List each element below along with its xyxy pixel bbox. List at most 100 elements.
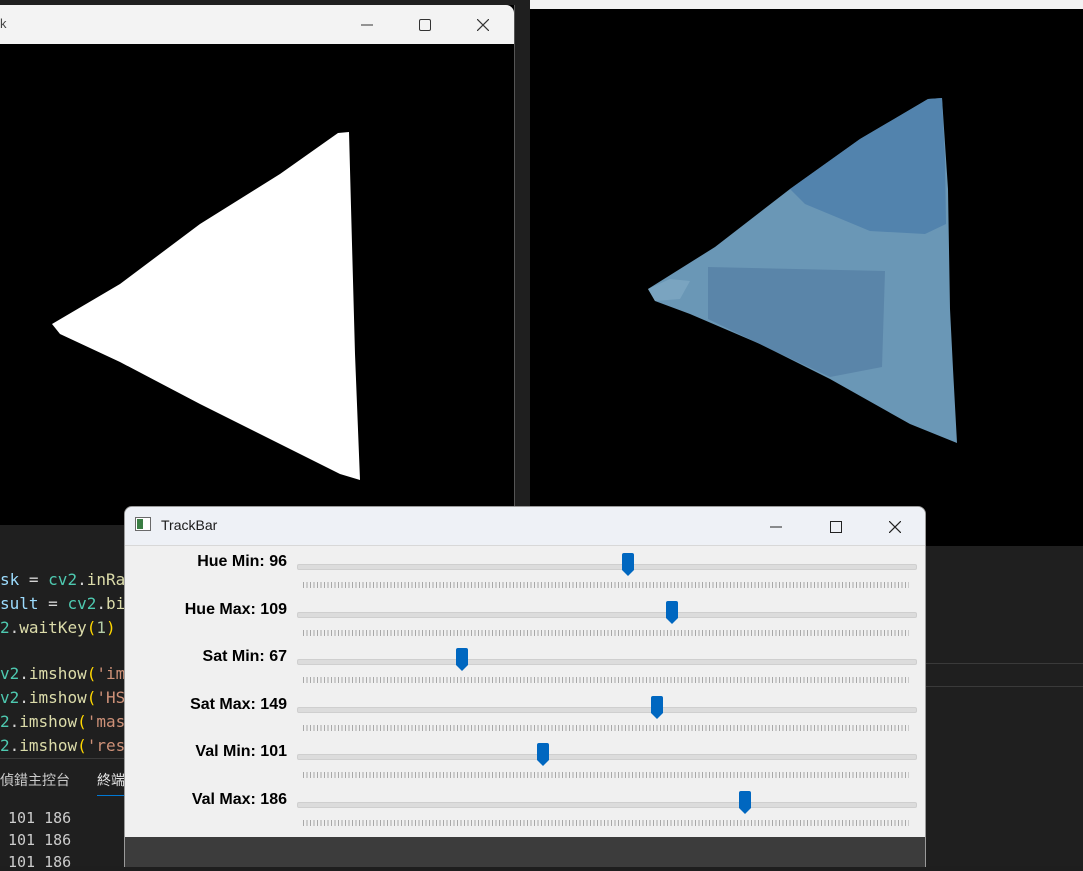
code-token: ( [77,712,87,731]
code-token: cv2 [67,594,97,613]
slider-thumb[interactable] [455,648,469,672]
code-token: 'mas [86,712,126,731]
slider-label: Sat Max: 149 [190,695,287,713]
code-token: . [9,736,20,755]
code-token: imshow [28,664,87,683]
slider-label: Hue Min: 96 [197,553,287,570]
trackbar-row: Sat Max: 149 [125,692,925,739]
mask-window[interactable]: k [0,5,515,525]
terminal-line: 101 186 [8,831,72,849]
code-token: 'HS [96,688,126,707]
slider-ticks [303,724,909,731]
window-title: TrackBar [161,517,218,533]
result-image-window[interactable] [530,0,1083,546]
code-token: v2 [0,664,20,683]
code-token: 'im [96,664,126,683]
minimize-button[interactable] [753,507,799,546]
code-token: . [19,664,29,683]
close-icon [889,520,901,533]
slider-track[interactable] [297,659,917,665]
trackbar-row: Hue Min: 96 [125,549,925,596]
code-token: . [96,594,106,613]
close-button[interactable] [460,5,506,44]
code-token: . [9,712,20,731]
slider-thumb[interactable] [650,695,664,720]
maximize-button[interactable] [813,507,859,546]
code-token: = [38,594,68,613]
code-token: imshow [19,712,78,731]
code-token: 2 [0,618,10,637]
trackbar-window[interactable]: TrackBar Hue Min: 96 Hue Max: 109 Sat Min:… [124,506,926,867]
result-image [648,98,957,443]
window-title: k [0,16,7,31]
status-bar [125,837,925,867]
trackbar-row: Sat Min: 67 [125,644,925,691]
slider-track[interactable] [297,801,917,808]
code-token: ) [106,618,116,637]
terminal-line: 101 186 [8,809,72,827]
slider-ticks [303,772,909,778]
slider-track[interactable] [297,611,917,618]
minimize-icon [770,526,782,527]
slider-thumb[interactable] [536,743,550,767]
minimize-icon [361,24,373,25]
mask-window-titlebar[interactable]: k [0,5,514,44]
divider [924,663,1083,664]
code-token: . [77,570,87,589]
maximize-icon [830,520,842,533]
slider-thumb[interactable] [665,600,679,625]
slider-label: Sat Min: 67 [202,648,287,665]
slider-track[interactable] [297,706,917,713]
slider-thumb[interactable] [738,790,752,815]
slider-label: Val Max: 186 [191,790,287,808]
code-token: v2 [0,688,20,707]
close-icon [477,18,489,31]
close-button[interactable] [872,507,918,546]
panel-divider [0,758,124,759]
mask-image [52,132,360,480]
code-line: sult = cv2.bi [0,594,125,613]
code-token: 1 [96,618,106,637]
slider-label: Val Min: 101 [195,743,287,760]
code-token: sult [0,594,39,613]
slider-ticks [303,677,909,683]
code-token: ( [86,664,97,683]
code-token: . [9,618,20,637]
slider-track[interactable] [297,754,917,760]
code-line: 2.imshow('res [0,736,125,755]
maximize-icon [419,18,431,31]
slider-track[interactable] [297,564,917,570]
code-line: 2.waitKey(1) [0,618,116,637]
code-token: 2 [0,712,10,731]
trackbar-row: Hue Max: 109 [125,597,925,644]
slider-label: Hue Max: 109 [184,600,287,618]
code-line: sk = cv2.inRa [0,570,125,589]
slider-thumb[interactable] [621,553,635,577]
code-token: inRa [86,570,126,589]
trackbar-row: Val Max: 186 [125,787,925,834]
minimize-button[interactable] [344,5,390,44]
slider-ticks [303,629,909,636]
trackbar-row: Val Min: 101 [125,739,925,786]
tab-terminal[interactable]: 終端 [97,770,125,796]
maximize-button[interactable] [402,5,448,44]
tab-debug-console[interactable]: 偵錯主控台 [0,770,70,790]
code-line: v2.imshow('im [0,664,125,683]
result-window-titlebar[interactable] [530,0,1083,9]
code-token: waitKey [19,618,87,637]
code-line: v2.imshow('HS [0,688,125,707]
code-token: 'res [86,736,126,755]
code-token: sk [0,570,20,589]
app-icon [135,517,151,531]
code-token: cv2 [48,570,78,589]
code-token: ( [86,618,97,637]
terminal-line: 101 186 [8,853,72,871]
code-token: = [19,570,49,589]
code-token: imshow [28,688,87,707]
slider-ticks [303,819,909,826]
code-token: ( [86,688,97,707]
slider-ticks [303,582,909,588]
trackbar-titlebar[interactable]: TrackBar [125,507,925,546]
code-token: ( [77,736,87,755]
divider [924,686,1083,687]
